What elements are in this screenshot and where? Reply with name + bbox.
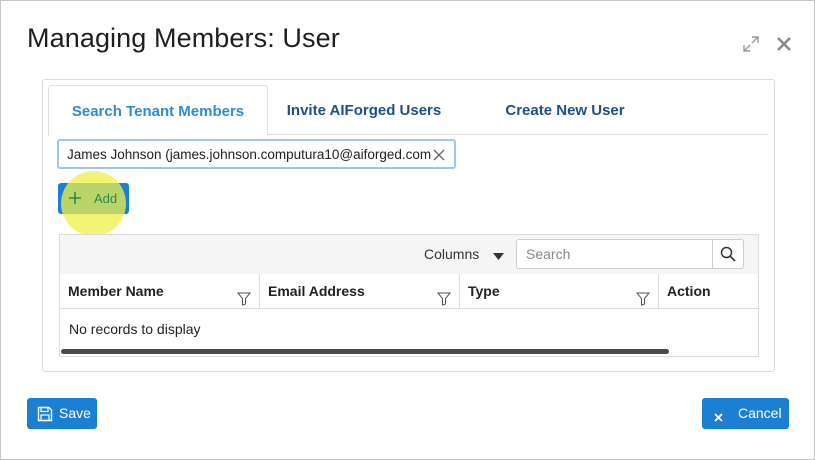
- plus-icon: [68, 191, 82, 205]
- clear-icon[interactable]: [432, 148, 446, 162]
- column-header-label: Member Name: [68, 283, 164, 299]
- caret-down-icon: [493, 236, 505, 275]
- save-button-label: Save: [59, 405, 91, 421]
- grid-search-box: [516, 239, 744, 269]
- members-grid: Columns Member: [59, 234, 759, 357]
- horizontal-scrollbar[interactable]: [61, 349, 669, 354]
- member-select-value: James Johnson (james.johnson.computura10…: [67, 147, 431, 162]
- managing-members-dialog: Managing Members: User Search Tenant Mem…: [0, 0, 815, 460]
- x-icon: [714, 409, 723, 425]
- tab-strip: Search Tenant Members Invite AIForged Us…: [48, 85, 768, 136]
- column-header-label: Type: [468, 283, 500, 299]
- columns-button[interactable]: Columns: [424, 235, 505, 275]
- column-header-action: Action: [659, 274, 758, 308]
- column-header-label: Email Address: [268, 283, 365, 299]
- dialog-title: Managing Members: User: [27, 23, 340, 53]
- grid-search-input[interactable]: [524, 245, 708, 263]
- cancel-button[interactable]: Cancel: [702, 398, 789, 429]
- column-header-email-address[interactable]: Email Address: [260, 274, 460, 308]
- tab-invite-aiforged-users[interactable]: Invite AIForged Users: [274, 85, 454, 134]
- grid-header-row: Member Name Email Address Type Action: [60, 274, 758, 309]
- grid-toolbar: Columns: [60, 235, 758, 275]
- column-header-type[interactable]: Type: [460, 274, 659, 308]
- members-panel: Search Tenant Members Invite AIForged Us…: [42, 79, 775, 372]
- save-button[interactable]: Save: [27, 398, 97, 429]
- close-icon[interactable]: [775, 35, 793, 53]
- floppy-disk-icon: [37, 406, 53, 422]
- column-header-member-name[interactable]: Member Name: [60, 274, 260, 308]
- no-records-message: No records to display: [69, 321, 201, 337]
- column-header-label: Action: [667, 283, 711, 299]
- expand-icon[interactable]: [742, 35, 760, 53]
- filter-icon[interactable]: [436, 284, 452, 318]
- member-select-input[interactable]: James Johnson (james.johnson.computura10…: [57, 139, 456, 169]
- tab-search-tenant-members[interactable]: Search Tenant Members: [48, 85, 268, 136]
- search-icon: [720, 246, 736, 262]
- columns-button-label: Columns: [424, 246, 480, 262]
- filter-icon[interactable]: [635, 284, 651, 318]
- search-button[interactable]: [712, 240, 743, 268]
- add-button-label: Add: [94, 191, 118, 206]
- tab-create-new-user[interactable]: Create New User: [490, 85, 640, 134]
- add-button[interactable]: Add: [58, 171, 129, 236]
- cancel-button-label: Cancel: [738, 405, 782, 421]
- filter-icon[interactable]: [236, 284, 252, 318]
